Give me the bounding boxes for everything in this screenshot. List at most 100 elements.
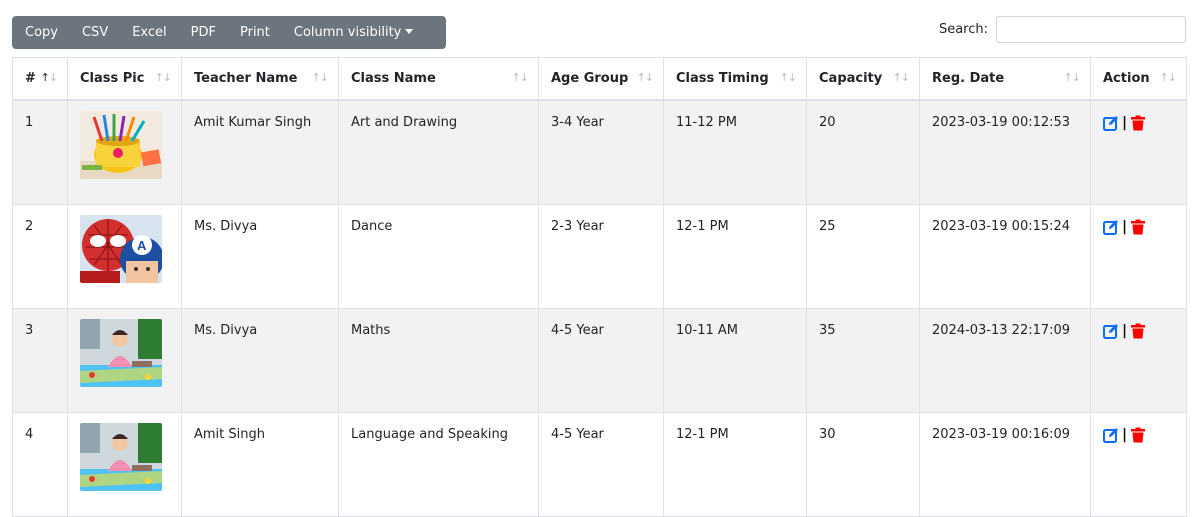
cell-action: | xyxy=(1090,204,1187,309)
cell-reg-date: 2023-03-19 00:16:09 xyxy=(919,412,1091,517)
table-row: 4 Amit Singh Language and Speaking 4-5 Y… xyxy=(12,412,1187,517)
header-capacity[interactable]: Capacity ↑↓ xyxy=(806,57,920,101)
cell-class-pic xyxy=(67,99,182,205)
sort-arrows-icon: ↑↓ xyxy=(311,71,329,84)
trash-icon[interactable] xyxy=(1130,427,1146,443)
cell-action: | xyxy=(1090,308,1187,413)
header-number-label: # xyxy=(25,71,36,86)
cell-teacher-name: Ms. Divya xyxy=(181,308,339,413)
art-supplies-image xyxy=(80,111,162,179)
header-class-pic[interactable]: Class Pic ↑↓ xyxy=(67,57,182,101)
cell-number: 3 xyxy=(12,308,68,413)
row-actions: | xyxy=(1103,115,1174,131)
cell-number: 1 xyxy=(12,99,68,205)
cell-teacher-name: Amit Singh xyxy=(181,412,339,517)
copy-button[interactable]: Copy xyxy=(12,16,70,49)
header-teacher-name[interactable]: Teacher Name ↑↓ xyxy=(181,57,339,101)
column-visibility-label: Column visibility xyxy=(293,25,402,40)
header-number[interactable]: # ↑↓ xyxy=(12,57,68,101)
cell-class-name: Maths xyxy=(338,308,539,413)
table-header-row: # ↑↓ Class Pic ↑↓ Teacher Name ↑↓ Class Nam… xyxy=(12,57,1187,101)
cell-class-name: Dance xyxy=(338,204,539,309)
cell-capacity: 25 xyxy=(806,204,920,309)
cell-class-name: Art and Drawing xyxy=(338,99,539,205)
cell-class-timing: 12-1 PM xyxy=(663,412,807,517)
cell-capacity: 20 xyxy=(806,99,920,205)
cell-age-group: 4-5 Year xyxy=(538,412,664,517)
header-capacity-label: Capacity xyxy=(819,71,883,86)
print-button[interactable]: Print xyxy=(228,16,282,49)
cell-reg-date: 2023-03-19 00:15:24 xyxy=(919,204,1091,309)
search-label: Search: xyxy=(938,22,988,37)
cell-age-group: 4-5 Year xyxy=(538,308,664,413)
sort-arrows-icon: ↑↓ xyxy=(154,71,172,84)
action-separator: | xyxy=(1122,323,1128,339)
edit-square-icon[interactable] xyxy=(1103,115,1119,131)
row-actions: | xyxy=(1103,427,1174,443)
edit-square-icon[interactable] xyxy=(1103,323,1119,339)
cell-age-group: 3-4 Year xyxy=(538,99,664,205)
caret-down-icon xyxy=(405,29,414,34)
sort-arrows-icon: ↑↓ xyxy=(40,71,58,84)
header-class-timing-label: Class Timing xyxy=(676,71,769,86)
header-reg-date-label: Reg. Date xyxy=(932,71,1005,86)
sort-arrows-icon: ↑↓ xyxy=(1159,71,1177,84)
header-class-name-label: Class Name xyxy=(351,71,436,86)
cell-action: | xyxy=(1090,99,1187,205)
cell-capacity: 35 xyxy=(806,308,920,413)
excel-button[interactable]: Excel xyxy=(120,16,178,49)
sort-arrows-icon: ↑↓ xyxy=(779,71,797,84)
sort-arrows-icon: ↑↓ xyxy=(892,71,910,84)
column-visibility-button[interactable]: Column visibility xyxy=(282,16,426,49)
header-age-group-label: Age Group xyxy=(551,71,629,86)
cell-reg-date: 2024-03-13 22:17:09 xyxy=(919,308,1091,413)
superhero-kids-image: A xyxy=(80,215,162,283)
header-class-timing[interactable]: Class Timing ↑↓ xyxy=(663,57,807,101)
trash-icon[interactable] xyxy=(1130,115,1146,131)
table-row: 1 Amit Kumar Singh Art and Drawing 3-4 Y… xyxy=(12,99,1187,205)
sort-arrows-icon: ↑↓ xyxy=(636,71,654,84)
trash-icon[interactable] xyxy=(1130,219,1146,235)
child-learning-image xyxy=(80,319,162,387)
cell-age-group: 2-3 Year xyxy=(538,204,664,309)
cell-class-name: Language and Speaking xyxy=(338,412,539,517)
search-box: Search: xyxy=(939,16,1186,43)
action-separator: | xyxy=(1122,427,1128,443)
header-class-name[interactable]: Class Name ↑↓ xyxy=(338,57,539,101)
sort-arrows-icon: ↑↓ xyxy=(511,71,529,84)
cell-teacher-name: Amit Kumar Singh xyxy=(181,99,339,205)
cell-capacity: 30 xyxy=(806,412,920,517)
edit-square-icon[interactable] xyxy=(1103,427,1119,443)
cell-teacher-name: Ms. Divya xyxy=(181,204,339,309)
search-input[interactable] xyxy=(996,16,1186,43)
cell-class-timing: 10-11 AM xyxy=(663,308,807,413)
cell-class-timing: 12-1 PM xyxy=(663,204,807,309)
cell-class-timing: 11-12 PM xyxy=(663,99,807,205)
export-toolbar: Copy CSV Excel PDF Print Column visibili… xyxy=(12,16,446,49)
header-action[interactable]: Action ↑↓ xyxy=(1090,57,1187,101)
row-actions: | xyxy=(1103,323,1174,339)
action-separator: | xyxy=(1122,115,1128,131)
trash-icon[interactable] xyxy=(1130,323,1146,339)
header-age-group[interactable]: Age Group ↑↓ xyxy=(538,57,664,101)
cell-class-pic xyxy=(67,412,182,517)
cell-action: | xyxy=(1090,412,1187,517)
cell-reg-date: 2023-03-19 00:12:53 xyxy=(919,99,1091,205)
table-row: 2 A Ms. Divya Dance 2-3 Year 12-1 PM 25 … xyxy=(12,204,1187,309)
child-learning-image xyxy=(80,423,162,491)
svg-text:A: A xyxy=(137,238,147,253)
edit-square-icon[interactable] xyxy=(1103,219,1119,235)
cell-class-pic: A xyxy=(67,204,182,309)
sort-arrows-icon: ↑↓ xyxy=(1063,71,1081,84)
table-row: 3 Ms. Divya Maths 4-5 Year 10-11 AM 35 2… xyxy=(12,308,1187,413)
cell-number: 2 xyxy=(12,204,68,309)
cell-number: 4 xyxy=(12,412,68,517)
header-teacher-name-label: Teacher Name xyxy=(194,71,298,86)
header-action-label: Action xyxy=(1103,71,1150,86)
row-actions: | xyxy=(1103,219,1174,235)
csv-button[interactable]: CSV xyxy=(70,16,120,49)
pdf-button[interactable]: PDF xyxy=(179,16,228,49)
classes-table: # ↑↓ Class Pic ↑↓ Teacher Name ↑↓ Class Nam… xyxy=(12,57,1187,517)
header-reg-date[interactable]: Reg. Date ↑↓ xyxy=(919,57,1091,101)
cell-class-pic xyxy=(67,308,182,413)
